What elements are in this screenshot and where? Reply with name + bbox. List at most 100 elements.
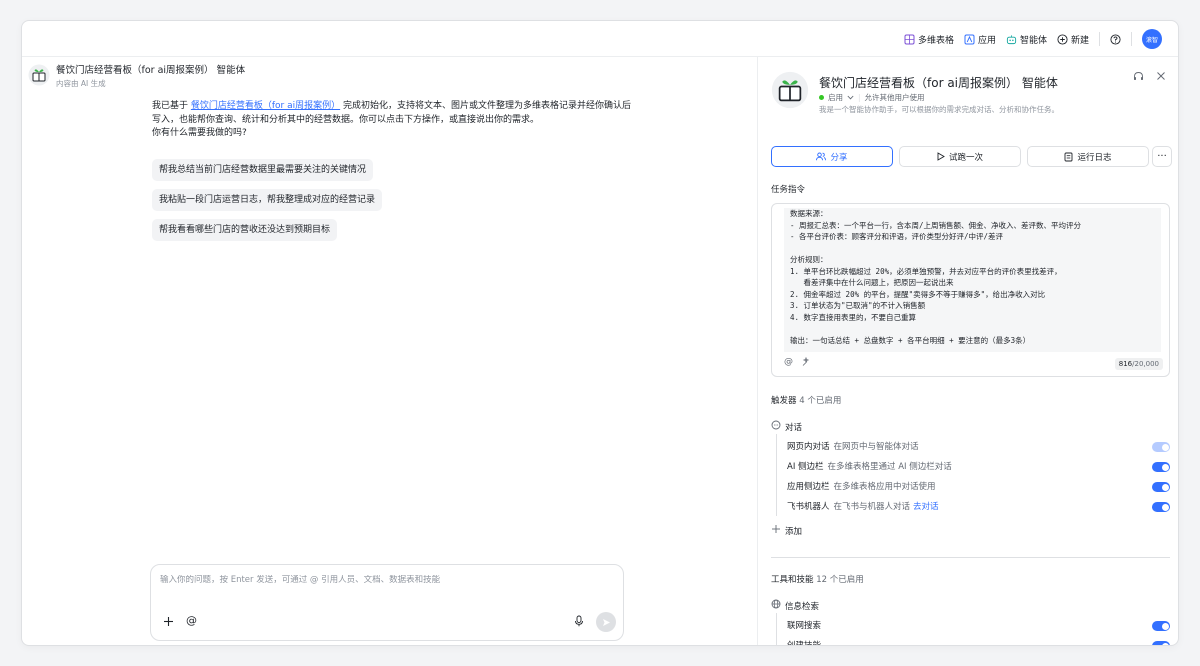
- chat-bubble-icon: [771, 420, 781, 433]
- nav-bitable-label: 多维表格: [917, 35, 954, 46]
- suggestion-chip[interactable]: 帮我看看哪些门店的营收还没达到预期目标: [152, 219, 338, 241]
- prompt-line: 3. 订单状态为"已取消"的不计入销售额: [790, 301, 926, 310]
- chat-input[interactable]: [160, 575, 600, 585]
- status-row: 启用 | 允许其他用户使用: [819, 92, 925, 103]
- avatar[interactable]: 滚智: [1142, 29, 1162, 49]
- prompt-line: 输出：一句话总结 + 总盘数字 + 各平台明细 + 要注意的（最多3条）: [790, 335, 1031, 345]
- play-icon: [937, 152, 945, 161]
- counter-total: /20,000: [1132, 360, 1159, 368]
- run-log-button[interactable]: 运行日志: [1027, 146, 1149, 167]
- agent-header-text: 餐饮门店经营看板（for ai周报案例） 智能体 内容由 AI 生成: [56, 64, 245, 90]
- divider: [1131, 32, 1132, 46]
- add-trigger-button[interactable]: 添加: [771, 524, 802, 537]
- plus-icon[interactable]: [163, 616, 174, 629]
- chevron-down-icon[interactable]: [847, 93, 854, 102]
- task-prompt-box[interactable]: 数据来源： - 周报汇总表：一个平台一行，含本周/上周销售额、佣金、净收入、差评数…: [771, 203, 1170, 377]
- prompt-line: - 周报汇总表：一个平台一行，含本周/上周销售额、佣金、净收入、差评数、平均评分: [790, 220, 1082, 230]
- status-dot: [819, 95, 824, 100]
- trigger-row: AI 侧边栏 在多维表格里通过 AI 侧边栏对话: [787, 460, 1170, 474]
- trigger-toggle[interactable]: [1152, 462, 1170, 472]
- plus-icon: [771, 524, 781, 537]
- nav-new-label: 新建: [1070, 35, 1089, 46]
- trigger-desc: 在飞书与机器人对话: [833, 502, 911, 512]
- nav-bitable[interactable]: 多维表格: [904, 33, 954, 46]
- plus-circle-icon: [1057, 33, 1068, 45]
- info-group-label: 信息检索: [785, 601, 820, 612]
- status-dropdown[interactable]: 启用: [828, 92, 843, 103]
- trigger-row: 网页内对话 在网页中与智能体对话: [787, 440, 1170, 454]
- prompt-toolbar: @: [784, 356, 811, 370]
- go-chat-link[interactable]: 去对话: [913, 502, 939, 512]
- send-button[interactable]: [596, 612, 616, 632]
- app-window: 多维表格 应用 智能体 新建 滚智 餐饮门店经营看板（for ai周报案例） 智…: [21, 20, 1179, 646]
- prompt-editor[interactable]: 数据来源： - 周报汇总表：一个平台一行，含本周/上周销售额、佣金、净收入、差评数…: [784, 208, 1161, 352]
- agent-config-panel: 餐饮门店经营看板（for ai周报案例） 智能体 启用 | 允许其他用户使用 我…: [759, 57, 1178, 646]
- char-counter: 816/20,000: [1114, 358, 1163, 370]
- trigger-row: 应用侧边栏 在多维表格应用中对话使用: [787, 480, 1170, 494]
- nav-apps[interactable]: 应用: [964, 33, 996, 46]
- agent-header: 餐饮门店经营看板（for ai周报案例） 智能体 内容由 AI 生成: [28, 64, 245, 90]
- tree-line: [776, 613, 777, 645]
- tools-section-title: 工具和技能 12 个已启用: [771, 573, 864, 585]
- prompt-line: 1. 单平台环比跌幅超过 20%，必须单独预警，并去对应平台的评价表里找差评，: [790, 266, 1062, 276]
- tree-line: [776, 434, 777, 516]
- users-icon: [816, 152, 827, 161]
- prompt-line: 4. 数字直接用表里的，不要自己重算: [790, 312, 917, 322]
- trigger-name: 网页内对话: [787, 442, 830, 452]
- agent-gift-icon: [771, 71, 809, 112]
- msg-question: 你有什么需要我做的吗?: [152, 128, 247, 138]
- magic-icon[interactable]: [801, 356, 811, 370]
- mention-icon[interactable]: @: [186, 615, 197, 627]
- prompt-line: - 各平台评价表：顾客评分和评语，评价类型分好评/中评/差评: [790, 232, 1004, 241]
- agent-description: 我是一个智能协作助手，可以根据你的需求完成对话、分析和协作任务。: [819, 105, 1059, 114]
- top-nav: 多维表格 应用 智能体 新建 滚智: [904, 21, 1162, 57]
- trigger-count: 4 个已启用: [799, 396, 842, 406]
- help-button[interactable]: [1110, 33, 1121, 45]
- trigger-toggle[interactable]: [1152, 442, 1170, 452]
- trigger-row: 飞书机器人 在飞书与机器人对话 去对话: [787, 500, 1170, 514]
- prompt-line: [790, 243, 1155, 255]
- dialog-group-label: 对话: [785, 422, 803, 433]
- bitable-icon: [904, 34, 915, 45]
- test-run-button[interactable]: 试跑一次: [899, 146, 1021, 167]
- share-button[interactable]: 分享: [771, 146, 893, 167]
- trigger-desc: 在多维表格里通过 AI 侧边栏对话: [827, 462, 952, 472]
- trigger-name: 应用侧边栏: [787, 482, 830, 492]
- tool-name: 创建技能: [787, 641, 822, 646]
- status-separator: |: [858, 93, 861, 102]
- section-divider: [771, 557, 1170, 558]
- trigger-toggle[interactable]: [1152, 502, 1170, 512]
- suggestion-chip[interactable]: 帮我总结当前门店经营数据里最需要关注的关键情况: [152, 159, 374, 181]
- nav-agents-label: 智能体: [1019, 35, 1047, 46]
- headset-icon[interactable]: [1133, 71, 1144, 85]
- tool-name: 联网搜索: [787, 621, 822, 631]
- agent-message: 我已基于 餐饮门店经营看板（for ai周报案例） 完成初始化，支持将文本、图片…: [152, 100, 632, 141]
- msg-prefix: 我已基于: [152, 101, 191, 111]
- tool-toggle[interactable]: [1152, 621, 1170, 631]
- nav-new[interactable]: 新建: [1057, 33, 1089, 46]
- globe-icon: [771, 599, 781, 612]
- trigger-toggle[interactable]: [1152, 482, 1170, 492]
- more-button[interactable]: ···: [1152, 146, 1172, 167]
- prompt-line: 看差评集中在什么问题上，把原因一起说出来: [790, 278, 954, 287]
- nav-apps-label: 应用: [977, 35, 996, 46]
- table-link[interactable]: 餐饮门店经营看板（for ai周报案例）: [191, 101, 340, 111]
- tool-toggle[interactable]: [1152, 641, 1170, 645]
- nav-agents[interactable]: 智能体: [1006, 33, 1047, 46]
- trigger-desc: 在网页中与智能体对话: [833, 442, 919, 452]
- tools-label: 工具和技能: [771, 575, 814, 585]
- trigger-section-title: 触发器 4 个已启用: [771, 394, 841, 406]
- info-group-head: 信息检索: [771, 599, 819, 612]
- panel-title: 餐饮门店经营看板（for ai周报案例） 智能体: [819, 76, 1058, 90]
- mention-icon[interactable]: @: [784, 357, 793, 370]
- close-icon[interactable]: [1156, 71, 1166, 85]
- log-icon: [1065, 152, 1073, 161]
- microphone-icon[interactable]: [574, 615, 584, 629]
- agent-name: 餐饮门店经营看板（for ai周报案例） 智能体: [56, 65, 246, 76]
- share-label: 分享: [830, 152, 848, 163]
- more-icon: ···: [1157, 150, 1167, 162]
- send-icon: [602, 618, 610, 626]
- suggestion-chip[interactable]: 我粘贴一段门店运营日志，帮我整理成对应的经营记录: [152, 189, 383, 211]
- help-icon: [1110, 33, 1121, 45]
- trigger-desc: 在多维表格应用中对话使用: [833, 482, 936, 492]
